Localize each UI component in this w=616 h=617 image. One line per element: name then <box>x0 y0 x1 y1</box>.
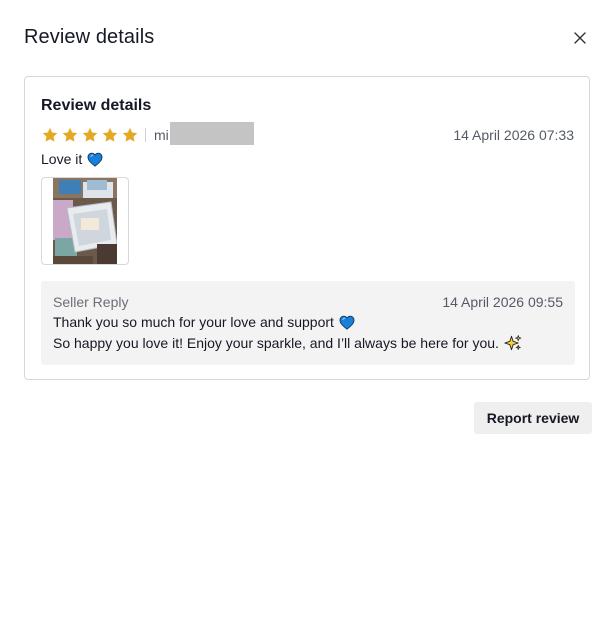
divider <box>145 128 146 142</box>
dialog-title: Review details <box>24 26 155 48</box>
star-rating <box>41 126 139 144</box>
close-button[interactable] <box>570 28 590 48</box>
seller-reply-date: 14 April 2026 09:55 <box>442 294 563 310</box>
review-text: Love it <box>41 151 103 167</box>
review-photo-thumbnail[interactable] <box>41 177 129 265</box>
review-text-content: Love it <box>41 151 83 167</box>
sparkles-icon <box>504 334 522 352</box>
star-icon <box>41 126 59 144</box>
review-card: Review details mi 14 April 2026 07:33 Lo… <box>24 76 590 380</box>
star-icon <box>61 126 79 144</box>
review-date: 14 April 2026 07:33 <box>453 127 574 143</box>
report-review-button[interactable]: Report review <box>474 402 592 434</box>
blue-heart-icon <box>87 152 103 167</box>
review-photo <box>53 178 117 264</box>
seller-reply-text-1: Thank you so much for your love and supp… <box>53 314 334 330</box>
seller-reply-line-2: So happy you love it! Enjoy your sparkle… <box>53 334 522 352</box>
blue-heart-icon <box>339 315 355 330</box>
seller-reply-line-1: Thank you so much for your love and supp… <box>53 314 355 330</box>
star-icon <box>101 126 119 144</box>
seller-reply-text-2: So happy you love it! Enjoy your sparkle… <box>53 335 499 351</box>
seller-reply-label: Seller Reply <box>53 294 129 310</box>
seller-reply: Seller Reply 14 April 2026 09:55 Thank y… <box>41 281 575 365</box>
close-icon <box>570 28 590 48</box>
redacted-username-block <box>170 122 254 145</box>
review-section-title: Review details <box>41 97 152 114</box>
reviewer-username: mi <box>154 127 169 143</box>
star-icon <box>121 126 139 144</box>
star-icon <box>81 126 99 144</box>
